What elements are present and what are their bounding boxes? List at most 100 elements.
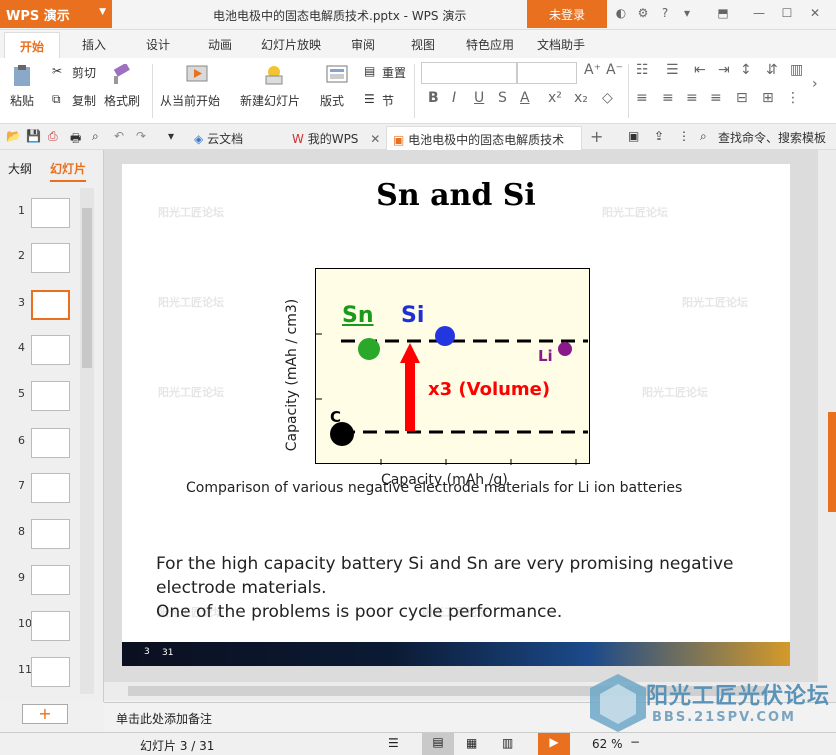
preview-icon[interactable]: ⌕ (92, 129, 99, 144)
copy-button[interactable]: 复制 (72, 92, 96, 109)
canvas-vertical-scrollbar[interactable] (818, 150, 836, 702)
tab-cloud-docs[interactable]: ◈ 云文档 (188, 126, 249, 150)
numbering-icon[interactable]: ☰ (666, 62, 679, 78)
print-icon[interactable]: 🖶 (70, 129, 81, 150)
vertical-align-icon[interactable]: ⊞ (762, 90, 774, 106)
text-direction-icon[interactable]: ⇵ (766, 62, 778, 78)
line-spacing-icon[interactable]: ↕ (740, 62, 752, 78)
slide-thumbnail[interactable] (31, 428, 70, 458)
screen-icon[interactable]: ▣ (628, 129, 639, 143)
section-button[interactable]: 节 (382, 92, 394, 109)
customize-icon[interactable]: ▾ (168, 129, 174, 143)
align-left-icon[interactable]: ≡ (636, 90, 648, 106)
scrollbar-thumb[interactable] (82, 208, 92, 368)
section-icon[interactable]: ☰ (364, 92, 375, 106)
add-slide-button[interactable]: + (22, 704, 68, 724)
command-search[interactable]: 查找命令、搜索模板 (718, 129, 826, 146)
increase-indent-icon[interactable]: ⇥ (718, 62, 730, 78)
tab-home[interactable]: 开始 (4, 32, 60, 58)
search-icon[interactable]: ⌕ (700, 129, 707, 144)
sorter-view-icon[interactable]: ▦ (466, 736, 477, 750)
align-right-icon[interactable]: ≡ (686, 90, 698, 106)
skin-icon[interactable]: ◐ (614, 6, 628, 20)
bullets-icon[interactable]: ☷ (636, 62, 649, 78)
font-name-select[interactable] (421, 62, 517, 84)
tab-assistant[interactable]: 文档助手 (537, 36, 585, 53)
layout-button[interactable]: 版式 (320, 92, 344, 109)
normal-view-icon[interactable]: ▤ (422, 733, 454, 755)
close-tab-icon[interactable]: ✕ (370, 132, 380, 146)
share-icon[interactable]: ⇪ (654, 129, 664, 143)
pdf-icon[interactable]: ⎙ (48, 129, 58, 144)
paste-button[interactable]: 粘贴 (10, 92, 34, 109)
slide-thumbnail[interactable] (31, 565, 70, 595)
paste-icon[interactable] (12, 64, 34, 88)
save-icon[interactable]: 💾 (26, 129, 41, 143)
font-size-select[interactable] (517, 62, 577, 84)
open-icon[interactable]: 📂 (6, 129, 21, 143)
thumbnail-scrollbar[interactable] (80, 188, 94, 694)
slide-thumbnail[interactable] (31, 335, 70, 365)
distributed-icon[interactable]: ⊟ (736, 90, 748, 106)
play-slideshow-button[interactable]: ▶ (538, 733, 570, 755)
tab-slides[interactable]: 幻灯片 (50, 160, 87, 182)
decrease-indent-icon[interactable]: ⇤ (694, 62, 706, 78)
close-icon[interactable]: ✕ (808, 6, 822, 20)
font-color-icon[interactable]: A (520, 90, 530, 106)
minimize-icon[interactable]: — (752, 6, 766, 20)
slide-thumbnail[interactable] (31, 243, 70, 273)
increase-font-icon[interactable]: A⁺ (584, 62, 601, 78)
bold-icon[interactable]: B (428, 90, 439, 106)
tab-special[interactable]: 特色应用 (466, 36, 514, 53)
undo-icon[interactable]: ↶ (114, 129, 124, 143)
tab-my-wps[interactable]: W 我的WPS ✕ (286, 126, 386, 150)
tab-animation[interactable]: 动画 (208, 36, 232, 53)
columns-icon[interactable]: ▥ (790, 62, 803, 78)
tab-review[interactable]: 审阅 (351, 36, 375, 53)
clear-format-icon[interactable]: ◇ (602, 90, 613, 106)
zoom-out-icon[interactable]: − (630, 735, 640, 749)
new-slide-icon[interactable] (262, 62, 286, 86)
maximize-icon[interactable]: ☐ (780, 6, 794, 20)
ribbon-scroll-icon[interactable]: › (812, 76, 818, 92)
new-slide-button[interactable]: 新建幻灯片 (240, 92, 300, 109)
slide-thumbnail[interactable] (31, 611, 70, 641)
more-icon[interactable]: ⋮ (678, 129, 690, 143)
justify-icon[interactable]: ≡ (710, 90, 722, 106)
wps-menu-button[interactable]: WPS 演示 ▼ (0, 0, 112, 28)
strikethrough-icon[interactable]: S (498, 90, 507, 106)
play-from-current-icon[interactable] (186, 64, 210, 86)
layout-icon[interactable] (326, 64, 348, 86)
slide-thumbnail[interactable] (31, 519, 70, 549)
paragraph-icon[interactable]: ⋮ (786, 90, 800, 106)
align-center-icon[interactable]: ≡ (662, 90, 674, 106)
italic-icon[interactable]: I (452, 90, 456, 106)
dropdown-icon[interactable]: ▾ (680, 6, 694, 20)
reset-icon[interactable]: ▤ (364, 64, 375, 78)
restore-tab-icon[interactable]: ⬒ (716, 6, 730, 20)
slide-thumbnail[interactable] (31, 290, 70, 320)
tab-design[interactable]: 设计 (146, 36, 170, 53)
subscript-icon[interactable]: x₂ (574, 90, 588, 106)
tab-insert[interactable]: 插入 (82, 36, 106, 53)
cut-button[interactable]: 剪切 (72, 64, 96, 81)
side-panel-toggle[interactable] (828, 412, 836, 512)
format-painter-button[interactable]: 格式刷 (104, 92, 140, 109)
login-button[interactable]: 未登录 (527, 0, 607, 28)
reset-button[interactable]: 重置 (382, 64, 406, 81)
reading-view-icon[interactable]: ▥ (502, 736, 513, 750)
help-icon[interactable]: ? (658, 6, 672, 20)
tab-view[interactable]: 视图 (411, 36, 435, 53)
tab-outline[interactable]: 大纲 (8, 160, 32, 177)
underline-icon[interactable]: U (474, 90, 484, 106)
slide-thumbnail[interactable] (31, 198, 70, 228)
tab-slideshow[interactable]: 幻灯片放映 (261, 36, 321, 53)
new-tab-icon[interactable]: + (590, 127, 603, 146)
copy-icon[interactable]: ⧉ (52, 92, 61, 107)
slide-thumbnail[interactable] (31, 473, 70, 503)
cut-icon[interactable]: ✂ (52, 64, 62, 78)
slide-thumbnail[interactable] (31, 381, 70, 411)
settings-icon[interactable]: ⚙ (636, 6, 650, 20)
play-from-current-button[interactable]: 从当前开始 (160, 92, 220, 109)
redo-icon[interactable]: ↷ (136, 129, 146, 143)
